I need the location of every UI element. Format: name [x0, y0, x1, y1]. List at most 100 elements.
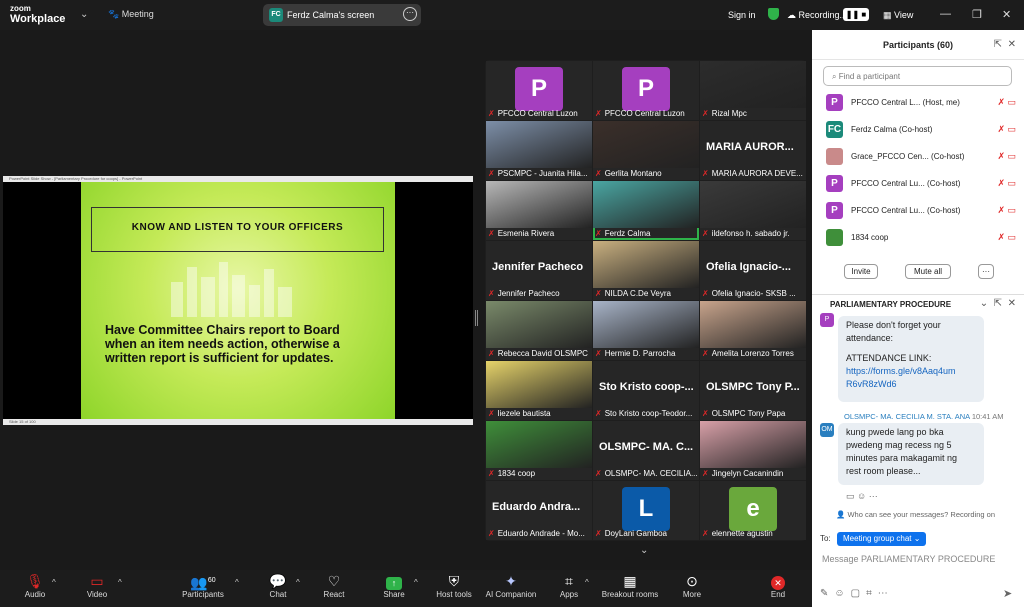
participants-count: 60 — [207, 577, 216, 584]
video-tile[interactable]: ✗ ildefonso h. sabado jr. — [700, 181, 806, 240]
video-tile[interactable]: Sto Kristo coop-... ✗ Sto Kristo coop-Teod… — [593, 361, 699, 420]
breakout-rooms-button[interactable]: ▦ Breakout rooms — [600, 572, 660, 599]
tile-label: ✗ Ofelia Ignacio- SKSB ... — [702, 289, 806, 298]
audio-options-icon[interactable]: ^ — [52, 578, 56, 587]
restore-icon[interactable]: ❐ — [972, 8, 982, 21]
video-tile[interactable]: ✗ liezele bautista — [486, 361, 592, 420]
chevron-down-icon[interactable]: ⌄ — [980, 298, 988, 309]
view-button[interactable]: ▦ View — [883, 10, 913, 21]
screen-share-banner[interactable]: FC Ferdz Calma's screen ··· — [263, 4, 421, 26]
mic-video-muted-icon[interactable]: ✗ ▭ — [997, 232, 1016, 243]
video-feed — [486, 181, 592, 228]
emoji-icon[interactable]: ☺ — [834, 588, 850, 599]
video-tile[interactable]: ✗ 1834 coop — [486, 421, 592, 480]
chat-options-icon[interactable]: ^ — [296, 578, 300, 587]
invite-button[interactable]: Invite — [844, 264, 878, 279]
attendance-link[interactable]: R6vR8zWd6 — [846, 379, 897, 389]
participant-row[interactable]: FC Ferdz Calma (Co-host) ✗ ▭ — [826, 120, 1016, 140]
chat-text: attendance: — [846, 333, 894, 343]
video-tile[interactable]: ✗ Amelita Lorenzo Torres — [700, 301, 806, 360]
file-icon[interactable]: ▢ — [851, 588, 866, 599]
video-tile[interactable]: Eduardo Andra... ✗ Eduardo Andrade - Mo... — [486, 481, 592, 540]
participant-row[interactable]: Grace_PFCCO Cen... (Co-host) ✗ ▭ — [826, 147, 1016, 167]
apps-options-icon[interactable]: ^ — [585, 578, 589, 587]
video-tile[interactable]: e ✗ elennette agustin — [700, 481, 806, 540]
chat-text: Please don't forget your — [846, 320, 941, 330]
tile-label: ✗ Jingelyn Cacanindin — [702, 469, 806, 478]
mute-all-button[interactable]: Mute all — [905, 264, 951, 279]
mic-video-muted-icon[interactable]: ✗ ▭ — [997, 151, 1016, 162]
close-icon[interactable]: ✕ — [1008, 39, 1016, 50]
participants-icon: 👥60 — [190, 574, 216, 591]
split-resize-handle[interactable] — [475, 310, 478, 326]
message-input[interactable]: Message PARLIAMENTARY PROCEDURE — [822, 554, 995, 564]
video-tile[interactable]: OLSMPC Tony P... ✗ OLSMPC Tony Papa — [700, 361, 806, 420]
video-tile[interactable]: P ✗ PFCCO Central Luzon — [593, 61, 699, 120]
share-options-icon[interactable]: ^ — [414, 578, 418, 587]
video-feed — [700, 301, 806, 348]
participants-options-icon[interactable]: ^ — [235, 578, 239, 587]
video-tile[interactable]: ✗ Jingelyn Cacanindin — [700, 421, 806, 480]
video-tile[interactable]: P ✗ PFCCO Central Luzon — [486, 61, 592, 120]
chevron-down-icon[interactable]: ⌄ — [640, 545, 648, 556]
recording-status[interactable]: ☁ Recording... — [787, 10, 847, 21]
video-tile[interactable]: ✗ NILDA C.De Veyra — [593, 241, 699, 300]
video-tile[interactable]: ✗ Hermie D. Parrocha — [593, 301, 699, 360]
video-tile[interactable]: ✗ PSCMPC - Juanita Hila... — [486, 121, 592, 180]
participant-row[interactable]: 1834 coop ✗ ▭ — [826, 228, 1016, 248]
avatar: P — [820, 313, 834, 327]
recipient-dropdown[interactable]: Meeting group chat ⌄ — [837, 532, 927, 546]
minimize-icon[interactable]: — — [940, 8, 951, 20]
more-button[interactable]: ⊙ More — [662, 572, 722, 599]
video-tile[interactable]: Jennifer Pacheco ✗ Jennifer Pacheco — [486, 241, 592, 300]
more-icon[interactable]: ⋯ — [878, 588, 894, 599]
sparkle-icon: ✦ — [505, 573, 517, 589]
mic-video-muted-icon[interactable]: ✗ ▭ — [997, 124, 1016, 135]
close-icon[interactable]: ✕ — [1008, 298, 1016, 309]
ai-companion-button[interactable]: ✦ AI Companion — [481, 572, 541, 599]
mic-video-muted-icon[interactable]: ✗ ▭ — [997, 178, 1016, 189]
host-tools-button[interactable]: ⛨ Host tools — [424, 572, 484, 599]
format-icon[interactable]: ✎ — [820, 588, 834, 599]
chevron-down-icon[interactable]: ⌄ — [80, 9, 88, 20]
more-options-icon[interactable]: ··· — [403, 7, 417, 21]
mic-muted-icon: ✗ — [595, 469, 602, 478]
meeting-info-button[interactable]: 🐾 Meeting — [108, 9, 154, 20]
audio-button[interactable]: 🎙 Audio — [5, 572, 65, 599]
sign-in-link[interactable]: Sign in — [728, 10, 756, 20]
attendance-link[interactable]: https://forms.gle/v8Aaq4um — [846, 366, 956, 376]
more-button[interactable]: ··· — [978, 264, 994, 279]
participants-button[interactable]: 👥60 Participants — [173, 572, 233, 599]
apps-button[interactable]: ⌗ Apps — [539, 572, 599, 599]
video-tile[interactable]: ✗ Rizal Mpc — [700, 61, 806, 120]
video-tile[interactable]: ✗ Esmenia Rivera — [486, 181, 592, 240]
participant-row[interactable]: P PFCCO Central Lu... (Co-host) ✗ ▭ — [826, 174, 1016, 194]
video-tile[interactable]: ✗ Gerlita Montano — [593, 121, 699, 180]
video-tile[interactable]: MARIA AUROR... ✗ MARIA AURORA DEVE... — [700, 121, 806, 180]
close-icon[interactable]: ✕ — [1002, 8, 1011, 21]
react-button[interactable]: ♡ React — [304, 572, 364, 599]
send-icon[interactable]: ➤ — [1003, 587, 1012, 600]
shield-icon[interactable] — [768, 8, 779, 20]
video-tile[interactable]: OLSMPC- MA. C... ✗ OLSMPC- MA. CECILIA... — [593, 421, 699, 480]
share-banner-label: Ferdz Calma's screen — [287, 10, 375, 20]
popout-icon[interactable]: ⇱ — [994, 298, 1002, 309]
video-tile[interactable]: L ✗ DoyLani Gamboa — [593, 481, 699, 540]
who-can-see-notice[interactable]: 👤 Who can see your messages? Recording o… — [836, 510, 995, 519]
mic-video-muted-icon[interactable]: ✗ ▭ — [997, 205, 1016, 216]
participant-row[interactable]: P PFCCO Central Lu... (Co-host) ✗ ▭ — [826, 201, 1016, 221]
mic-muted-icon: ✗ — [595, 109, 602, 118]
video-tile[interactable]: ✗ Rebecca David OLSMPC — [486, 301, 592, 360]
mic-video-muted-icon[interactable]: ✗ ▭ — [997, 97, 1016, 108]
video-tile[interactable]: ✗ Ferdz Calma — [593, 181, 699, 240]
search-input[interactable]: ⌕ Find a participant — [823, 66, 1012, 86]
pause-stop-recording-button[interactable]: ❚❚ ■ — [843, 8, 869, 21]
screenshot-icon[interactable]: ⌗ — [866, 588, 878, 599]
video-tile[interactable]: Ofelia Ignacio-... ✗ Ofelia Ignacio- SKSB … — [700, 241, 806, 300]
popout-icon[interactable]: ⇱ — [994, 39, 1002, 50]
chat-message: Please don't forget your attendance: ATT… — [838, 316, 984, 402]
end-button[interactable]: ✕ End — [748, 572, 808, 599]
message-actions[interactable]: ▭ ☺ ··· — [846, 491, 878, 502]
participant-row[interactable]: P PFCCO Central L... (Host, me) ✗ ▭ — [826, 93, 1016, 113]
video-options-icon[interactable]: ^ — [118, 578, 122, 587]
